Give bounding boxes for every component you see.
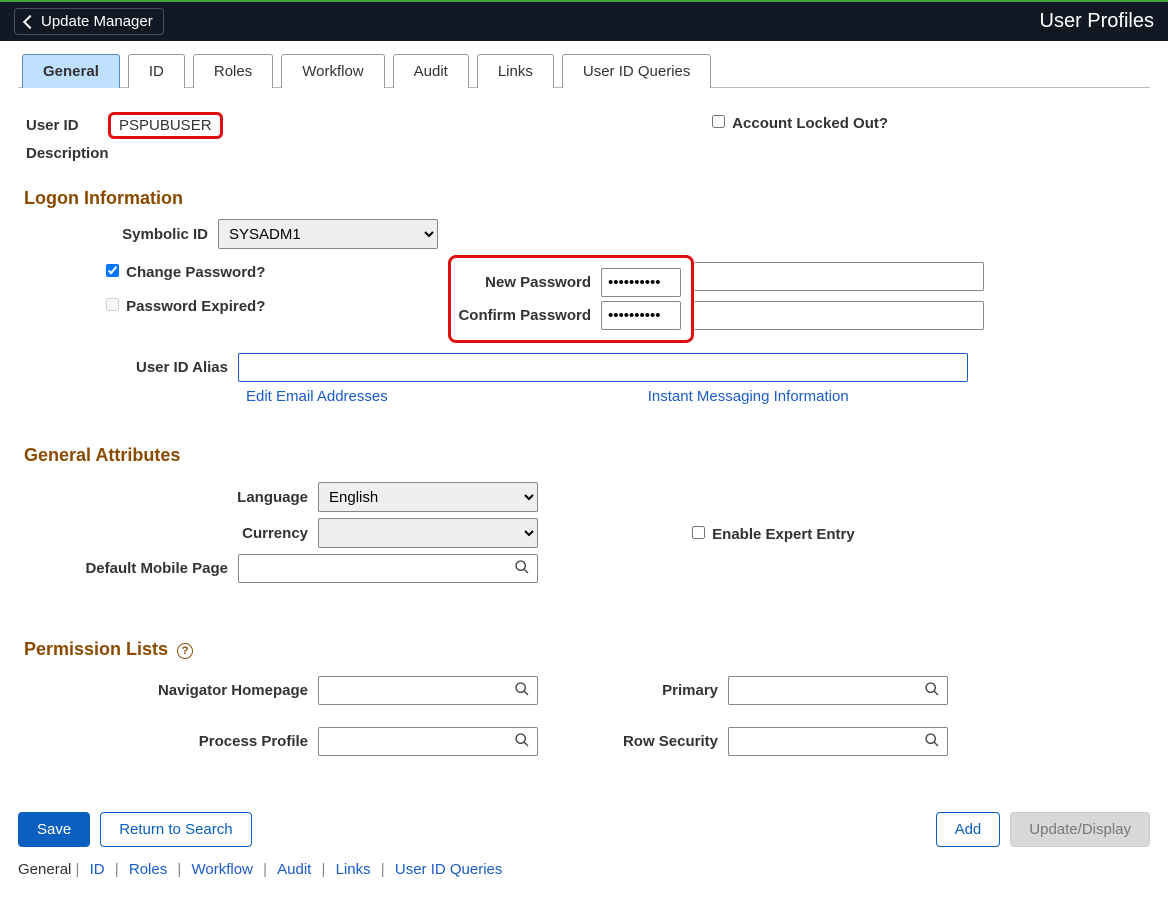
- page-content: General ID Roles Workflow Audit Links Us…: [0, 41, 1168, 902]
- footer-links: General | ID | Roles | Workflow | Audit …: [18, 861, 1150, 878]
- new-password-input[interactable]: [601, 268, 681, 297]
- navigator-homepage-input[interactable]: [318, 676, 538, 705]
- password-expired-field[interactable]: Password Expired?: [102, 295, 265, 315]
- back-button-label: Update Manager: [41, 13, 153, 30]
- chevron-left-icon: [23, 14, 37, 28]
- process-profile-label: Process Profile: [18, 733, 318, 750]
- symbolic-id-select[interactable]: SYSADM1: [218, 219, 438, 249]
- tab-audit[interactable]: Audit: [393, 54, 469, 88]
- new-password-input-ext[interactable]: [694, 262, 984, 291]
- footer-link-general: General: [18, 861, 71, 878]
- return-to-search-button[interactable]: Return to Search: [100, 812, 251, 847]
- help-icon[interactable]: ?: [177, 643, 193, 659]
- confirm-password-input-ext[interactable]: [694, 301, 984, 330]
- account-locked-field[interactable]: Account Locked Out?: [708, 115, 888, 132]
- section-logon-title: Logon Information: [24, 188, 1150, 209]
- tab-workflow[interactable]: Workflow: [281, 54, 384, 88]
- tab-user-id-queries[interactable]: User ID Queries: [562, 54, 712, 88]
- password-expired-label: Password Expired?: [126, 298, 265, 315]
- language-label: Language: [18, 489, 318, 506]
- tab-links[interactable]: Links: [477, 54, 554, 88]
- confirm-password-label: Confirm Password: [451, 307, 601, 324]
- primary-label: Primary: [548, 682, 728, 699]
- symbolic-id-label: Symbolic ID: [18, 226, 218, 243]
- language-select[interactable]: English: [318, 482, 538, 512]
- tab-general[interactable]: General: [22, 54, 120, 88]
- user-id-alias-label: User ID Alias: [18, 359, 238, 376]
- footer-link-user-id-queries[interactable]: User ID Queries: [395, 861, 503, 878]
- navigator-homepage-label: Navigator Homepage: [18, 682, 318, 699]
- row-security-label: Row Security: [548, 733, 728, 750]
- change-password-field[interactable]: Change Password?: [102, 261, 265, 281]
- row-security-input[interactable]: [728, 727, 948, 756]
- confirm-password-input[interactable]: [601, 301, 681, 330]
- footer-link-workflow[interactable]: Workflow: [191, 861, 252, 878]
- description-label: Description: [18, 145, 128, 162]
- add-button[interactable]: Add: [936, 812, 1001, 847]
- default-mobile-label: Default Mobile Page: [18, 560, 238, 577]
- currency-label: Currency: [18, 525, 318, 542]
- user-id-label: User ID: [18, 117, 108, 134]
- user-id-alias-input[interactable]: [238, 353, 968, 382]
- edit-email-link[interactable]: Edit Email Addresses: [246, 388, 388, 405]
- user-id-value: PSPUBUSER: [119, 117, 212, 134]
- instant-messaging-link[interactable]: Instant Messaging Information: [648, 388, 849, 405]
- footer-link-audit[interactable]: Audit: [277, 861, 311, 878]
- account-locked-label: Account Locked Out?: [732, 115, 888, 132]
- footer-link-id[interactable]: ID: [90, 861, 105, 878]
- change-password-checkbox[interactable]: [106, 264, 119, 277]
- back-button[interactable]: Update Manager: [14, 8, 164, 35]
- top-bar: Update Manager User Profiles: [0, 0, 1168, 41]
- section-permission-lists-title: Permission Lists ?: [24, 639, 1150, 660]
- enable-expert-field[interactable]: Enable Expert Entry: [688, 526, 855, 543]
- page-title: User Profiles: [1040, 10, 1154, 33]
- save-button[interactable]: Save: [18, 812, 90, 847]
- user-id-value-highlight: PSPUBUSER: [108, 112, 223, 139]
- tab-strip: General ID Roles Workflow Audit Links Us…: [18, 53, 1150, 88]
- update-display-button: Update/Display: [1010, 812, 1150, 847]
- password-highlight-box: New Password Confirm Password: [448, 255, 694, 343]
- enable-expert-label: Enable Expert Entry: [712, 526, 855, 543]
- primary-input[interactable]: [728, 676, 948, 705]
- default-mobile-input[interactable]: [238, 554, 538, 583]
- section-general-attributes-title: General Attributes: [24, 445, 1150, 466]
- currency-select[interactable]: [318, 518, 538, 548]
- tab-id[interactable]: ID: [128, 54, 185, 88]
- new-password-label: New Password: [451, 274, 601, 291]
- permission-lists-title-text: Permission Lists: [24, 639, 168, 659]
- change-password-label: Change Password?: [126, 264, 265, 281]
- tab-roles[interactable]: Roles: [193, 54, 273, 88]
- enable-expert-checkbox[interactable]: [692, 526, 705, 539]
- password-expired-checkbox[interactable]: [106, 298, 119, 311]
- account-locked-checkbox[interactable]: [712, 115, 725, 128]
- process-profile-input[interactable]: [318, 727, 538, 756]
- footer-link-links[interactable]: Links: [336, 861, 371, 878]
- footer-link-roles[interactable]: Roles: [129, 861, 167, 878]
